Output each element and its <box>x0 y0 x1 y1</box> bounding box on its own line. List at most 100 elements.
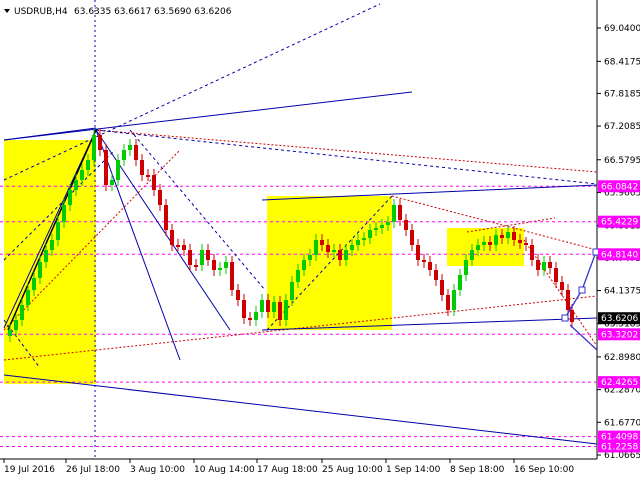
candle-body <box>560 282 564 290</box>
level-badge-label: 64.8140 <box>601 250 638 260</box>
candle-body <box>206 250 210 260</box>
candle-body <box>248 318 252 320</box>
candle-body <box>290 282 294 300</box>
candle-body <box>212 260 216 270</box>
candle-body <box>410 230 414 245</box>
candle-body <box>20 305 24 320</box>
trend-line <box>3 127 97 141</box>
candle-body <box>14 320 18 330</box>
candle-body <box>224 262 228 268</box>
candle-body <box>338 250 342 260</box>
candle-body <box>452 290 456 310</box>
candle-body <box>284 300 288 320</box>
time-tick-label: 25 Aug 10:00 <box>322 465 383 475</box>
chevron-down-icon[interactable] <box>4 9 10 13</box>
trend-line-dashed <box>3 3 381 181</box>
candle-body <box>446 295 450 310</box>
candle-body <box>170 230 174 245</box>
price-chart[interactable]: 69.0400 68.4175 67.8185 67.2085 66.5795 65.96… <box>0 0 640 480</box>
trend-line <box>3 374 598 445</box>
price-tick-label: 62.8980 <box>604 353 640 363</box>
candle-body <box>440 280 444 295</box>
candle-body <box>536 260 540 270</box>
candle-body <box>350 245 354 250</box>
candle-body <box>8 330 12 336</box>
candle-body <box>296 270 300 282</box>
candle-body <box>152 175 156 190</box>
time-tick-label: 8 Sep 18:00 <box>450 465 505 475</box>
candle-body <box>470 250 474 260</box>
candle-body <box>542 262 546 270</box>
level-badge-label: 65.4229 <box>601 218 638 228</box>
candle-body <box>494 235 498 245</box>
candle-body <box>200 250 204 265</box>
candle-body <box>272 302 276 312</box>
channel-line <box>95 129 598 173</box>
time-axis: 19 Jul 2016 26 Jul 18:00 3 Aug 10:00 10 Aug… <box>3 459 574 475</box>
candle-body <box>26 290 30 305</box>
candle-body <box>98 135 102 150</box>
price-tick-label: 61.0665 <box>604 451 640 461</box>
candle-body <box>56 222 60 240</box>
candle-body <box>326 245 330 252</box>
level-badge-label: 63.6206 <box>601 314 638 324</box>
candle-body <box>380 225 384 228</box>
candle-body <box>68 190 72 205</box>
time-tick-label: 3 Aug 10:00 <box>130 465 185 475</box>
candle-body <box>134 145 138 160</box>
price-tick-label: 61.6770 <box>604 418 640 428</box>
trend-line <box>261 184 598 201</box>
chart-canvas[interactable]: 69.040068.417567.818567.208566.579565.96… <box>0 0 640 480</box>
candle-body <box>62 205 66 222</box>
candle-body <box>482 242 486 245</box>
candle-body <box>38 262 42 278</box>
candle-body <box>50 240 54 250</box>
candle-body <box>332 250 336 252</box>
time-tick-label: 19 Jul 2016 <box>4 465 55 475</box>
candle-body <box>188 250 192 265</box>
trend-line <box>3 91 413 141</box>
candle-body <box>398 205 402 220</box>
candle-body <box>368 230 372 238</box>
candle-body <box>140 160 144 175</box>
candle-body <box>570 310 574 322</box>
candle-body <box>182 245 186 250</box>
price-tick-label: 66.5795 <box>604 156 640 166</box>
candle-body <box>146 175 150 177</box>
candle-body <box>242 300 246 318</box>
candle-body <box>278 302 282 320</box>
price-tick-label: 64.1375 <box>604 287 640 297</box>
candle-body <box>434 270 438 280</box>
candle-body <box>386 222 390 225</box>
candle-body <box>458 275 462 290</box>
candle-body <box>92 135 96 160</box>
price-tick-label: 69.0400 <box>604 24 640 34</box>
candle-body <box>80 170 84 180</box>
forecast-point <box>578 286 586 294</box>
candle-body <box>116 160 120 180</box>
candle-body <box>320 240 324 245</box>
candle-body <box>524 243 528 245</box>
candle-body <box>218 268 222 270</box>
candle-body <box>164 205 168 230</box>
candle-body <box>416 245 420 260</box>
candle-body <box>236 290 240 300</box>
candle-body <box>176 245 180 247</box>
price-tick-label: 67.2085 <box>604 122 640 132</box>
level-badge-label: 63.3202 <box>601 330 638 340</box>
candle-body <box>128 145 132 150</box>
ohlc-readout: 63.6335 63.6617 63.5690 63.6206 <box>74 7 232 17</box>
price-tick-label: 68.4175 <box>604 57 640 67</box>
candle-body <box>392 205 396 222</box>
candle-body <box>476 245 480 250</box>
candle-body <box>266 300 270 312</box>
candle-body <box>566 290 570 310</box>
level-badge-label: 66.0842 <box>601 182 638 192</box>
candle-body <box>314 240 318 255</box>
candle-body <box>356 240 360 245</box>
trend-line <box>95 129 181 361</box>
candle-body <box>428 262 432 270</box>
candle-body <box>158 190 162 205</box>
candle-body <box>254 312 258 320</box>
candle-body <box>74 180 78 190</box>
